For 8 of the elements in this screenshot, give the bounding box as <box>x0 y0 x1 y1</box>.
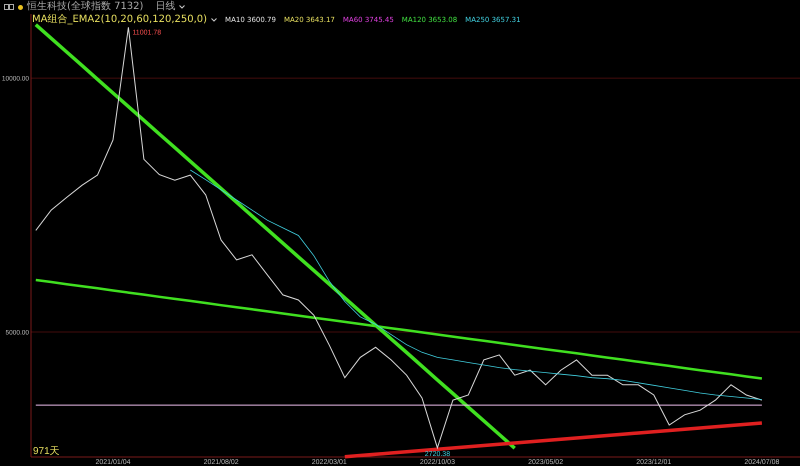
period-dropdown[interactable]: 日线 <box>155 0 186 14</box>
panel-toggle-icon[interactable] <box>4 4 14 10</box>
caret-icon <box>211 18 218 22</box>
day-span-label: 971天 <box>33 446 60 457</box>
caret-icon <box>179 5 186 9</box>
indicator-dropdown[interactable]: MA组合_EMA2(10,20,60,120,250,0) <box>32 14 218 25</box>
index-title: 恒生科技(全球指数 7132) <box>27 0 144 14</box>
status-dot-icon <box>18 4 23 10</box>
